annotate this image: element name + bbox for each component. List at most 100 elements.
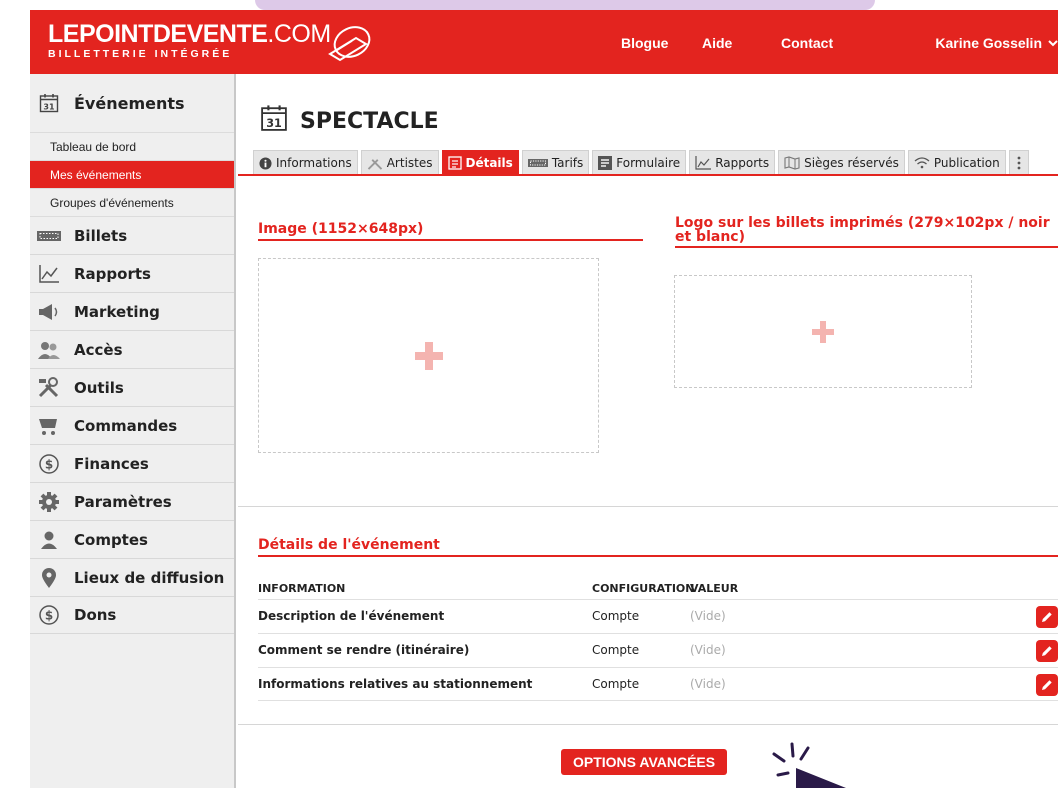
logo[interactable]: LEPOINTDEVENTE.COM BILLETTERIE INTÉGRÉE: [48, 21, 331, 60]
tab-publication[interactable]: Publication: [907, 150, 1006, 175]
main-content: 31 SPECTACLE Informations Artistes Détai…: [238, 74, 1058, 788]
sidebar-item-label: Billets: [74, 226, 128, 245]
tab-bar: Informations Artistes Détails Tarifs For…: [253, 150, 1029, 175]
tab-bar-underline: [238, 174, 1058, 176]
plus-icon: [414, 341, 443, 370]
sidebar-item-label: Accès: [74, 340, 123, 359]
location-pin-icon: [36, 565, 62, 591]
sidebar-item-lieux-de-diffusion[interactable]: Lieux de diffusion: [30, 558, 234, 596]
image-upload-dropzone[interactable]: [258, 258, 599, 453]
user-name: Karine Gosselin: [935, 35, 1042, 51]
nav-blog-link[interactable]: Blogue: [621, 35, 668, 51]
artist-icon: [367, 158, 382, 170]
pencil-icon: [1042, 612, 1052, 622]
sidebar-item-label: Lieux de diffusion: [74, 568, 225, 587]
tab-more[interactable]: [1008, 150, 1029, 175]
calendar-icon: 31: [260, 104, 288, 138]
row-information: Informations relatives au stationnement: [258, 677, 533, 691]
image-section-rule: [258, 239, 643, 241]
tab-label: Détails: [465, 156, 513, 170]
user-menu[interactable]: Karine Gosselin: [935, 35, 1058, 51]
tab-label: Rapports: [715, 156, 770, 170]
row-configuration: Compte: [592, 677, 640, 691]
sidebar-item-finances[interactable]: $ Finances: [30, 444, 234, 482]
tab-details[interactable]: Détails: [441, 150, 519, 175]
chevron-down-icon: [1048, 40, 1058, 47]
chart-icon: [36, 261, 62, 287]
sidebar-item-dons[interactable]: $ Dons: [30, 596, 234, 634]
svg-text:31: 31: [266, 117, 282, 130]
page-title-text: SPECTACLE: [300, 108, 439, 134]
advanced-options-button[interactable]: OPTIONS AVANCÉES: [561, 749, 728, 775]
ticket-icon: [36, 223, 62, 249]
tab-label: Publication: [933, 156, 1000, 170]
sidebar-sub-tableau-de-bord[interactable]: Tableau de bord: [30, 132, 234, 160]
nav-contact-link[interactable]: Contact: [781, 35, 833, 51]
row-value: (Vide): [690, 609, 726, 623]
form-icon: [598, 156, 613, 170]
sidebar-item-label: Marketing: [74, 302, 160, 321]
sidebar-item-billets[interactable]: Billets: [30, 216, 234, 254]
plus-icon: [812, 320, 834, 343]
seats-icon: [784, 156, 800, 170]
logo-upload-dropzone[interactable]: [674, 275, 972, 388]
tab-tarifs[interactable]: Tarifs: [521, 150, 590, 175]
calendar-icon: 31: [36, 90, 62, 116]
row-configuration: Compte: [592, 609, 640, 623]
nav-help-link[interactable]: Aide: [702, 35, 732, 51]
details-icon: [447, 156, 462, 170]
tab-rapports[interactable]: Rapports: [689, 150, 776, 175]
users-icon: [36, 337, 62, 363]
row-information: Comment se rendre (itinéraire): [258, 643, 470, 657]
logo-section-title: Logo sur les billets imprimés (279×102px…: [675, 215, 1050, 245]
cart-icon: [36, 413, 62, 439]
top-bar: LEPOINTDEVENTE.COM BILLETTERIE INTÉGRÉE …: [30, 10, 1058, 74]
sidebar-item-label: Dons: [74, 606, 117, 624]
edit-button[interactable]: [1036, 606, 1058, 628]
sidebar-sub-mes-evenements[interactable]: Mes événements: [30, 160, 234, 188]
tab-formulaire[interactable]: Formulaire: [592, 150, 687, 175]
sidebar-item-commandes[interactable]: Commandes: [30, 406, 234, 444]
tab-label: Sièges réservés: [804, 156, 899, 170]
image-section-title: Image (1152×648px): [258, 221, 424, 237]
row-value: (Vide): [690, 677, 726, 691]
tab-label: Artistes: [386, 156, 433, 170]
tab-sieges-reserves[interactable]: Sièges réservés: [778, 150, 905, 175]
sidebar-sub-groupes-evenements[interactable]: Groupes d'événements: [30, 188, 234, 216]
sidebar-item-label: Comptes: [74, 530, 148, 549]
ticket-icon: [527, 159, 548, 167]
sidebar-item-outils[interactable]: Outils: [30, 368, 234, 406]
cursor-highlight-icon: [772, 742, 846, 788]
sidebar-item-comptes[interactable]: Comptes: [30, 520, 234, 558]
sidebar-item-parametres[interactable]: Paramètres: [30, 482, 234, 520]
details-section-rule: [258, 555, 1058, 557]
sidebar-section-label: Événements: [74, 93, 185, 113]
sidebar-item-label: Finances: [74, 454, 149, 473]
row-value: (Vide): [690, 643, 726, 657]
sidebar-item-label: Commandes: [74, 416, 178, 435]
edit-button[interactable]: [1036, 640, 1058, 662]
sidebar-section-evenements[interactable]: 31 Événements: [30, 74, 234, 132]
user-icon: [36, 527, 62, 553]
details-section-title: Détails de l'événement: [258, 537, 440, 553]
dollar-icon: $: [36, 451, 62, 477]
logo-tagline: BILLETTERIE INTÉGRÉE: [48, 48, 233, 60]
pencil-icon: [1042, 680, 1052, 690]
sidebar-item-acces[interactable]: Accès: [30, 330, 234, 368]
tab-label: Formulaire: [616, 156, 681, 170]
logo-ticket-icon: [328, 26, 371, 62]
tab-informations[interactable]: Informations: [253, 150, 358, 175]
svg-text:$: $: [45, 457, 53, 471]
app-window: LEPOINTDEVENTE.COM BILLETTERIE INTÉGRÉE …: [30, 10, 1058, 788]
edit-button[interactable]: [1036, 674, 1058, 696]
page-title: 31 SPECTACLE: [260, 104, 439, 138]
sidebar-item-rapports[interactable]: Rapports: [30, 254, 234, 292]
column-header-configuration: CONFIGURATION: [592, 582, 695, 595]
table-row: Description de l'événement Compte (Vide): [258, 599, 1058, 633]
tab-artistes[interactable]: Artistes: [360, 150, 439, 175]
sidebar-item-marketing[interactable]: Marketing: [30, 292, 234, 330]
logo-section-rule: [675, 246, 1058, 248]
table-row: Informations relatives au stationnement …: [258, 667, 1058, 701]
section-divider: [238, 506, 1058, 507]
pencil-icon: [1042, 646, 1052, 656]
